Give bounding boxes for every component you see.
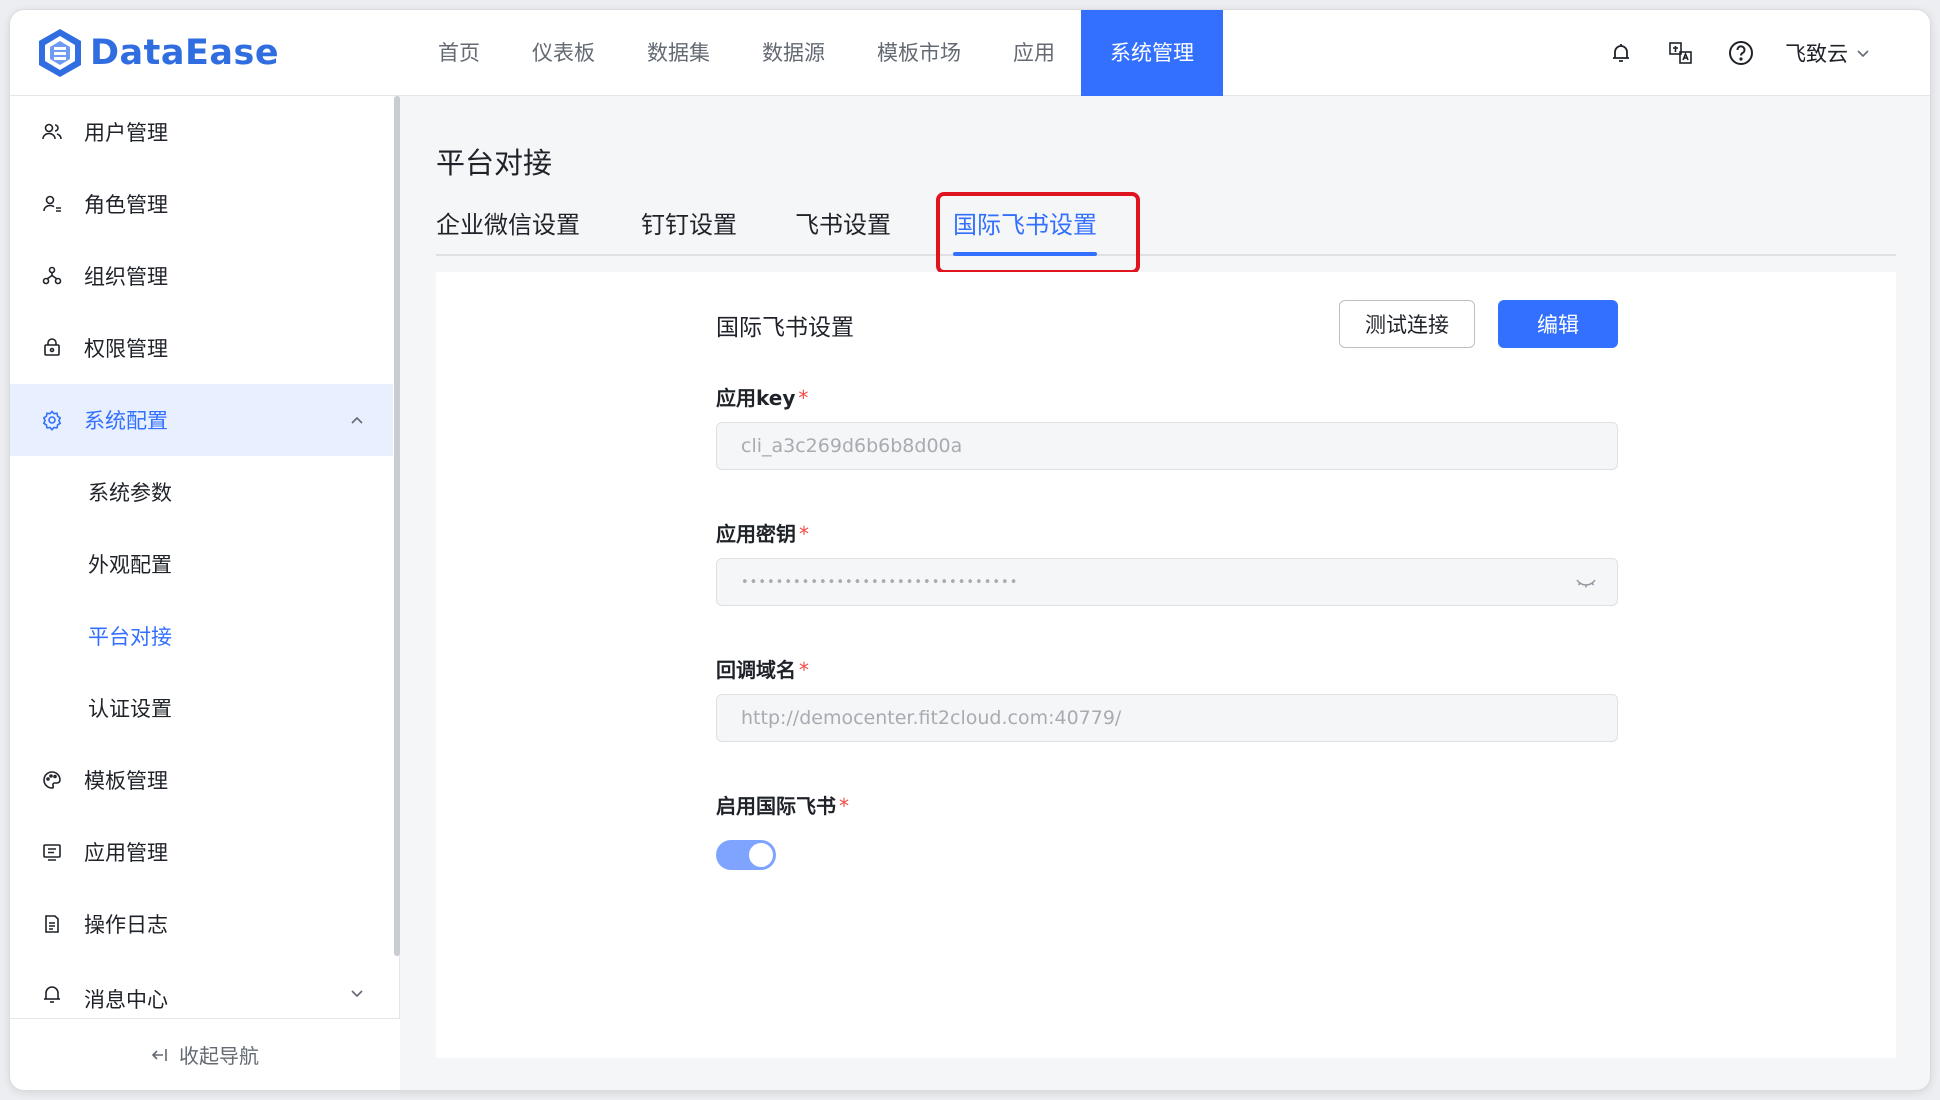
field-label-text: 回调域名 <box>716 658 796 682</box>
nav-item-dataset[interactable]: 数据集 <box>621 10 736 96</box>
required-marker: * <box>799 522 809 546</box>
required-marker: * <box>798 386 809 410</box>
field-label-text: 应用密钥 <box>716 522 796 546</box>
sidebar-subitem-label: 认证设置 <box>88 697 172 721</box>
user-menu[interactable]: 飞致云 <box>1785 38 1870 68</box>
sidebar-item-role-management[interactable]: 角色管理 <box>10 168 393 240</box>
user-name: 飞致云 <box>1785 42 1848 66</box>
page-title: 平台对接 <box>436 146 553 180</box>
sidebar-item-message-center[interactable]: 消息中心 <box>10 960 393 1016</box>
org-icon <box>40 264 64 288</box>
tab-dingtalk-settings[interactable]: 钉钉设置 <box>641 200 737 256</box>
chevron-down-icon <box>1857 50 1869 58</box>
app-icon <box>40 840 64 864</box>
edit-button[interactable]: 编辑 <box>1498 300 1618 348</box>
toggle-knob <box>749 843 773 867</box>
top-header: DataEase 首页 仪表板 数据集 数据源 模板市场 应用 系统管理 飞致云 <box>10 10 1930 96</box>
log-icon <box>40 912 64 936</box>
tab-lark-settings[interactable]: 飞书设置 <box>795 200 891 256</box>
nav-item-home[interactable]: 首页 <box>412 10 506 96</box>
role-icon <box>40 192 64 216</box>
callback-domain-field[interactable]: http://democenter.fit2cloud.com:40779/ <box>716 694 1618 742</box>
help-icon[interactable] <box>1725 37 1757 69</box>
collapse-nav-label: 收起导航 <box>179 1044 259 1068</box>
collapse-nav-button[interactable]: 收起导航 <box>10 1018 400 1090</box>
notification-bell-icon[interactable] <box>1605 37 1637 69</box>
lock-icon <box>40 336 64 360</box>
header-actions: 飞致云 <box>1605 10 1870 96</box>
sidebar-item-system-config[interactable]: 系统配置 <box>10 384 393 456</box>
app-window: DataEase 首页 仪表板 数据集 数据源 模板市场 应用 系统管理 飞致云… <box>10 10 1930 1090</box>
sidebar-item-permission-management[interactable]: 权限管理 <box>10 312 393 384</box>
nav-item-template-market[interactable]: 模板市场 <box>851 10 987 96</box>
logo-text: DataEase <box>90 33 280 73</box>
sidebar-item-label: 操作日志 <box>84 913 168 937</box>
tab-highlight-annotation <box>936 192 1140 274</box>
eye-closed-icon[interactable] <box>1575 573 1597 591</box>
app-key-label: 应用key * <box>716 382 808 411</box>
settings-panel: 国际飞书设置 测试连接 编辑 应用key * cli_a3c269d6b6b8d0… <box>436 272 1896 1058</box>
sidebar-item-label: 角色管理 <box>84 193 168 217</box>
sidebar-subitem-appearance[interactable]: 外观配置 <box>10 528 393 600</box>
required-marker: * <box>799 658 809 682</box>
sidebar-item-label: 消息中心 <box>84 988 168 1012</box>
test-connection-button[interactable]: 测试连接 <box>1339 300 1475 348</box>
users-icon <box>40 120 64 144</box>
nav-item-apps[interactable]: 应用 <box>987 10 1081 96</box>
sidebar: 用户管理 角色管理 组织管理 权限管理 系统配置 系统参数 外观配置 平台对接 … <box>10 96 400 1090</box>
sidebar-item-org-management[interactable]: 组织管理 <box>10 240 393 312</box>
chevron-up-icon <box>351 416 363 424</box>
sidebar-item-user-management[interactable]: 用户管理 <box>10 96 393 168</box>
enable-intl-lark-label: 启用国际飞书 * <box>716 790 849 819</box>
app-key-field[interactable]: cli_a3c269d6b6b8d00a <box>716 422 1618 470</box>
sidebar-item-template-management[interactable]: 模板管理 <box>10 744 393 816</box>
sidebar-subitem-label: 外观配置 <box>88 553 172 577</box>
nav-item-system-admin[interactable]: 系统管理 <box>1081 10 1223 96</box>
app-secret-label: 应用密钥 * <box>716 518 809 547</box>
app-secret-value: •••••••••••••••••••••••••••••••• <box>741 574 1019 590</box>
sidebar-item-app-management[interactable]: 应用管理 <box>10 816 393 888</box>
required-marker: * <box>839 794 849 818</box>
sidebar-subitem-auth-settings[interactable]: 认证设置 <box>10 672 393 744</box>
sidebar-subitem-system-params[interactable]: 系统参数 <box>10 456 393 528</box>
sidebar-item-label: 用户管理 <box>84 121 168 145</box>
sidebar-subitem-label: 平台对接 <box>88 625 172 649</box>
nav-item-dashboard[interactable]: 仪表板 <box>506 10 621 96</box>
app-secret-field[interactable]: •••••••••••••••••••••••••••••••• <box>716 558 1618 606</box>
palette-icon <box>40 768 64 792</box>
sidebar-item-label: 系统配置 <box>84 409 168 433</box>
main-content: 平台对接 企业微信设置 钉钉设置 飞书设置 国际飞书设置 国际飞书设置 测试连接… <box>400 96 1930 1090</box>
sidebar-item-label: 模板管理 <box>84 769 168 793</box>
gear-icon <box>40 408 64 432</box>
collapse-arrow-icon <box>151 1048 167 1061</box>
sidebar-item-label: 权限管理 <box>84 337 168 361</box>
sidebar-subitem-platform-integration[interactable]: 平台对接 <box>10 600 393 672</box>
chevron-down-icon <box>351 990 363 998</box>
nav-item-datasource[interactable]: 数据源 <box>736 10 851 96</box>
callback-domain-label: 回调域名 * <box>716 654 809 683</box>
tab-wecom-settings[interactable]: 企业微信设置 <box>436 200 580 256</box>
app-key-value: cli_a3c269d6b6b8d00a <box>741 435 963 457</box>
sidebar-item-operation-log[interactable]: 操作日志 <box>10 888 393 960</box>
field-label-text: 启用国际飞书 <box>716 794 836 818</box>
enable-intl-lark-toggle[interactable] <box>716 840 776 870</box>
callback-domain-value: http://democenter.fit2cloud.com:40779/ <box>741 707 1122 729</box>
field-label-text: 应用key <box>716 386 796 410</box>
tab-bar: 企业微信设置 钉钉设置 飞书设置 国际飞书设置 <box>436 200 1896 256</box>
sidebar-item-label: 组织管理 <box>84 265 168 289</box>
sidebar-subitem-label: 系统参数 <box>88 481 172 505</box>
bell-icon <box>40 982 64 1006</box>
dataease-logo-icon <box>39 29 81 77</box>
logo[interactable]: DataEase <box>36 26 279 80</box>
sidebar-item-label: 应用管理 <box>84 841 168 865</box>
language-translate-icon[interactable] <box>1665 37 1697 69</box>
form-title: 国际飞书设置 <box>716 315 854 341</box>
main-nav: 首页 仪表板 数据集 数据源 模板市场 应用 系统管理 <box>412 10 1223 96</box>
